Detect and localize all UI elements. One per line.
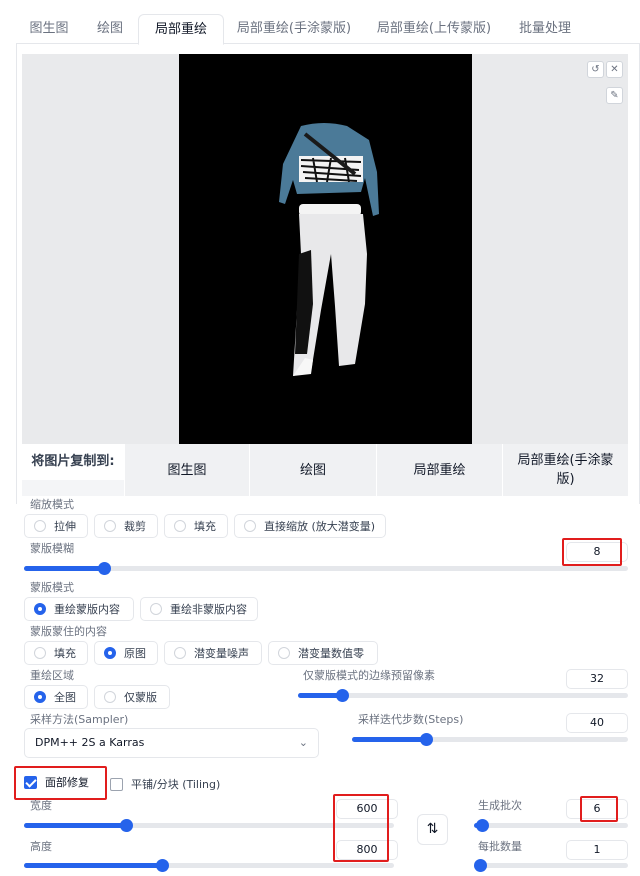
mask-mode-label: 蒙版模式 (30, 581, 74, 594)
masked-content-latent-noise[interactable]: 潜变量噪声 (164, 641, 262, 665)
clothing-figure (279, 123, 379, 376)
slider-knob[interactable] (420, 733, 433, 746)
slider-knob[interactable] (336, 689, 349, 702)
padding-input[interactable]: 32 (566, 669, 628, 689)
radio-icon (34, 520, 46, 532)
option-label: 裁剪 (124, 520, 146, 533)
radio-icon (244, 520, 256, 532)
steps-input[interactable]: 40 (566, 713, 628, 733)
option-label: 填充 (54, 647, 76, 660)
slider-knob[interactable] (98, 562, 111, 575)
masked-content-fill[interactable]: 填充 (24, 641, 88, 665)
undo-icon[interactable]: ↺ (587, 61, 604, 78)
slider-fill (352, 737, 426, 742)
close-icon[interactable]: ✕ (606, 61, 623, 78)
chevron-down-icon: ⌄ (298, 736, 308, 749)
inpaint-area-whole[interactable]: 全图 (24, 685, 88, 709)
option-label: 重绘非蒙版内容 (170, 603, 247, 616)
inpaint-image[interactable] (179, 54, 472, 444)
mask-mode-inpaint-unmasked[interactable]: 重绘非蒙版内容 (140, 597, 258, 621)
copy-to-inpaint-button[interactable]: 局部重绘 (376, 444, 502, 496)
batch-size-slider[interactable] (474, 859, 628, 872)
option-label: 潜变量噪声 (194, 647, 249, 660)
steps-label: 采样迭代步数(Steps) (358, 713, 464, 726)
masked-content-label: 蒙版蒙住的内容 (30, 625, 107, 638)
slider-knob[interactable] (476, 819, 489, 832)
highlight-box (562, 538, 622, 566)
batch-size-input[interactable]: 1 (566, 840, 628, 860)
highlight-box (333, 794, 389, 862)
sampler-label: 采样方法(Sampler) (30, 713, 129, 726)
width-label: 宽度 (30, 799, 52, 812)
option-label: 全图 (54, 691, 76, 704)
radio-selected-icon (34, 691, 46, 703)
option-label: 直接缩放 (放大潜变量) (264, 520, 376, 533)
steps-slider[interactable] (352, 733, 628, 746)
slider-fill (24, 823, 126, 828)
radio-icon (34, 647, 46, 659)
inpaint-area-label: 重绘区域 (30, 669, 74, 682)
masked-content-original[interactable]: 原图 (94, 641, 158, 665)
resize-option-fill[interactable]: 填充 (164, 514, 228, 538)
brush-icon[interactable]: ✎ (606, 87, 623, 104)
copy-to-label: 将图片复制到: (22, 444, 124, 480)
radio-selected-icon (104, 647, 116, 659)
radio-icon (104, 691, 116, 703)
swap-dimensions-icon[interactable]: ⇅ (417, 814, 448, 845)
tiling-checkbox[interactable]: 平铺/分块 (Tiling) (110, 776, 220, 792)
option-label: 填充 (194, 520, 216, 533)
tab-sketch[interactable]: 绘图 (82, 14, 138, 45)
mask-blur-label: 蒙版模糊 (30, 542, 74, 555)
option-label: 仅蒙版 (124, 691, 157, 704)
padding-slider[interactable] (298, 689, 628, 702)
slider-fill (24, 566, 104, 571)
radio-selected-icon (34, 603, 46, 615)
sampler-select[interactable]: DPM++ 2S a Karras ⌄ (24, 728, 319, 758)
tab-batch[interactable]: 批量处理 (504, 14, 586, 45)
copy-to-sketch-button[interactable]: 绘图 (249, 444, 376, 496)
batch-size-label: 每批数量 (478, 840, 522, 853)
slider-knob[interactable] (120, 819, 133, 832)
tiling-label: 平铺/分块 (Tiling) (131, 778, 221, 791)
checkbox-icon (110, 777, 123, 791)
highlight-box (14, 766, 107, 800)
slider-knob[interactable] (474, 859, 487, 872)
tab-inpaint[interactable]: 局部重绘 (138, 14, 224, 45)
option-label: 原图 (124, 647, 146, 660)
batch-count-slider[interactable] (474, 819, 628, 832)
radio-icon (278, 647, 290, 659)
mask-mode-inpaint-masked[interactable]: 重绘蒙版内容 (24, 597, 134, 621)
highlight-box (580, 796, 618, 822)
resize-mode-label: 缩放模式 (30, 498, 74, 511)
radio-icon (174, 647, 186, 659)
mask-blur-slider[interactable] (24, 562, 628, 575)
height-label: 高度 (30, 840, 52, 853)
option-label: 潜变量数值零 (298, 647, 364, 660)
slider-fill (24, 863, 162, 868)
masked-content-latent-nothing[interactable]: 潜变量数值零 (268, 641, 378, 665)
padding-label: 仅蒙版模式的边缘预留像素 (303, 669, 435, 682)
option-label: 拉伸 (54, 520, 76, 533)
radio-icon (174, 520, 186, 532)
resize-option-crop[interactable]: 裁剪 (94, 514, 158, 538)
copy-to-img2img-button[interactable]: 图生图 (124, 444, 249, 496)
option-label: 重绘蒙版内容 (54, 603, 120, 616)
copy-to-inpaint-sketch-button[interactable]: 局部重绘(手涂蒙版) (502, 444, 628, 496)
resize-option-latent[interactable]: 直接缩放 (放大潜变量) (234, 514, 386, 538)
sampler-value: DPM++ 2S a Karras (35, 736, 145, 749)
radio-icon (150, 603, 162, 615)
tab-inpaint-upload[interactable]: 局部重绘(上传蒙版) (364, 14, 504, 45)
resize-option-stretch[interactable]: 拉伸 (24, 514, 88, 538)
batch-count-label: 生成批次 (478, 799, 522, 812)
radio-icon (104, 520, 116, 532)
height-slider[interactable] (24, 859, 394, 872)
inpaint-area-masked[interactable]: 仅蒙版 (94, 685, 170, 709)
slider-knob[interactable] (156, 859, 169, 872)
tab-bar: 图生图 绘图 局部重绘 局部重绘(手涂蒙版) 局部重绘(上传蒙版) 批量处理 (16, 14, 640, 45)
tab-inpaint-sketch[interactable]: 局部重绘(手涂蒙版) (224, 14, 364, 45)
tab-img2img[interactable]: 图生图 (16, 14, 82, 45)
